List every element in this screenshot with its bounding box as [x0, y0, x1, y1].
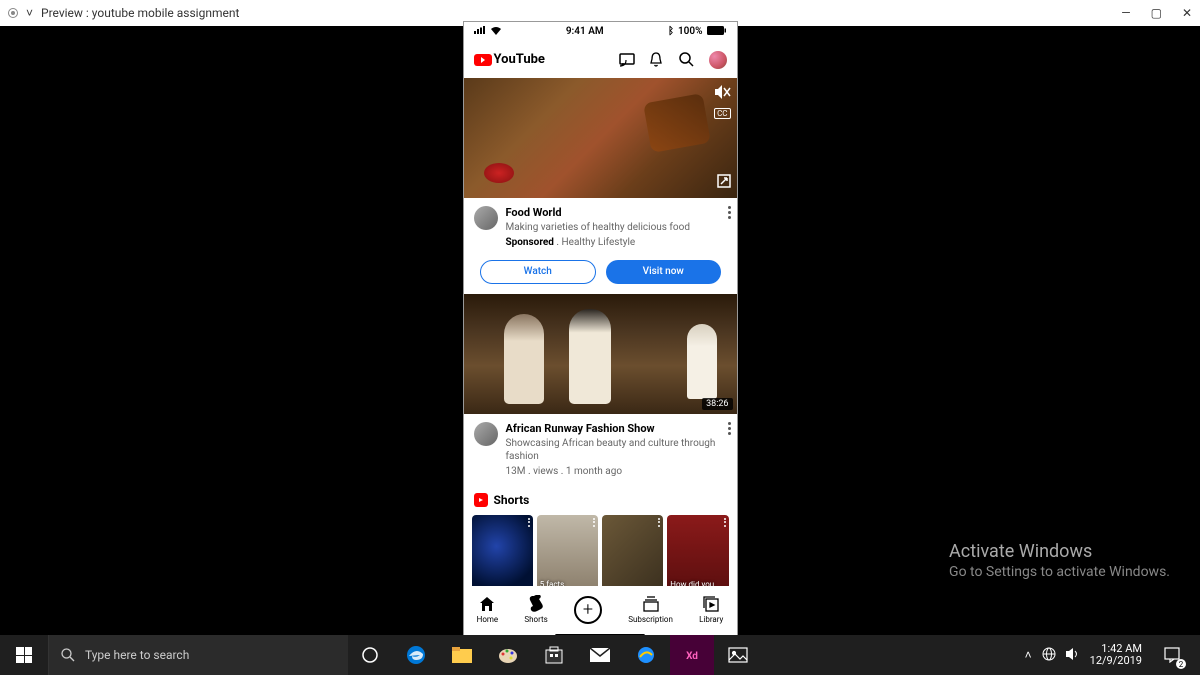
minimize-button[interactable]: —	[1121, 6, 1130, 20]
cc-icon[interactable]: CC	[714, 108, 730, 119]
short-item-4[interactable]: How did you	[667, 515, 728, 586]
nav-shorts[interactable]: Shorts	[524, 595, 547, 624]
youtube-brand-text: YouTube	[494, 52, 545, 67]
short-caption-2: 5 facts	[540, 581, 595, 586]
home-icon	[478, 595, 496, 613]
search-icon	[61, 648, 75, 662]
video-menu-button[interactable]	[728, 422, 731, 435]
taskbar: Type here to search Xd ˄ 1:42 AM 12/9/20…	[0, 635, 1200, 675]
shorts-icon	[474, 493, 488, 507]
ad-sponsored-line: Sponsored . Healthy Lifestyle	[506, 237, 727, 248]
library-icon	[702, 595, 720, 613]
xd-button[interactable]: Xd	[670, 635, 714, 675]
video-meta: African Runway Fashion Show Showcasing A…	[464, 414, 737, 485]
watermark-subtitle: Go to Settings to activate Windows.	[949, 564, 1170, 580]
cortana-button[interactable]	[348, 635, 392, 675]
tray-clock[interactable]: 1:42 AM 12/9/2019	[1090, 643, 1142, 667]
taskbar-search[interactable]: Type here to search	[48, 635, 348, 675]
shorts-label: Shorts	[494, 493, 530, 507]
short-menu-1[interactable]	[528, 518, 530, 527]
ad-description: Making varieties of healthy delicious fo…	[506, 221, 727, 234]
nav-home[interactable]: Home	[477, 595, 499, 624]
phone-frame: 9:41 AM ᛒ 100% YouTube	[463, 21, 738, 641]
tray-chevron-icon[interactable]: ˄	[1025, 648, 1032, 662]
subscriptions-icon	[642, 595, 660, 613]
phone-status-bar: 9:41 AM ᛒ 100%	[464, 22, 737, 42]
ad-channel-name: Food World	[506, 206, 727, 219]
photos-button[interactable]	[716, 635, 760, 675]
watch-button[interactable]: Watch	[480, 260, 597, 284]
expand-icon[interactable]	[717, 173, 731, 192]
nav-subscriptions[interactable]: Subscription	[628, 595, 673, 624]
chevron-down-icon[interactable]: ˅	[26, 6, 33, 20]
shorts-heading: Shorts	[464, 485, 737, 511]
close-button[interactable]: ✕	[1182, 6, 1192, 20]
mail-button[interactable]	[578, 635, 622, 675]
short-item-3[interactable]	[602, 515, 663, 586]
file-explorer-button[interactable]	[440, 635, 484, 675]
profile-avatar[interactable]	[709, 51, 727, 69]
ad-thumbnail[interactable]: CC	[464, 78, 737, 198]
notification-count: 2	[1176, 659, 1186, 669]
mute-icon[interactable]	[715, 84, 731, 103]
network-icon[interactable]	[1042, 647, 1056, 664]
paint-button[interactable]	[486, 635, 530, 675]
signal-icon	[474, 26, 486, 37]
video-description: Showcasing African beauty and culture th…	[506, 437, 727, 463]
preview-canvas: 9:41 AM ᛒ 100% YouTube	[0, 26, 1200, 635]
short-menu-4[interactable]	[724, 518, 726, 527]
youtube-play-icon	[474, 54, 492, 66]
status-time: 9:41 AM	[566, 26, 604, 37]
battery-icon	[707, 26, 727, 38]
bell-icon[interactable]	[649, 52, 665, 68]
video-channel-avatar[interactable]	[474, 422, 498, 446]
search-placeholder: Type here to search	[85, 648, 189, 662]
bluetooth-icon: ᛒ	[668, 26, 674, 37]
video-stats: 13M . views . 1 month ago	[506, 466, 727, 477]
windows-icon	[16, 647, 32, 663]
ie-button[interactable]	[624, 635, 668, 675]
wifi-icon	[490, 26, 502, 38]
nav-shorts-label: Shorts	[524, 615, 547, 624]
nav-home-label: Home	[477, 615, 499, 624]
ad-channel-avatar[interactable]	[474, 206, 498, 230]
youtube-logo[interactable]: YouTube	[474, 52, 545, 67]
short-caption-4: How did you	[670, 581, 725, 586]
action-center-button[interactable]: 2	[1152, 635, 1192, 675]
start-button[interactable]	[0, 635, 48, 675]
search-icon[interactable]	[679, 52, 695, 68]
tray-date: 12/9/2019	[1090, 655, 1142, 667]
shorts-nav-icon	[527, 595, 545, 613]
watermark-title: Activate Windows	[949, 541, 1170, 562]
windows-activation-watermark: Activate Windows Go to Settings to activ…	[949, 541, 1170, 580]
ad-menu-button[interactable]	[728, 206, 731, 219]
nav-subs-label: Subscription	[628, 615, 673, 624]
short-menu-2[interactable]	[593, 518, 595, 527]
nav-library[interactable]: Library	[699, 595, 723, 624]
video-duration: 38:26	[702, 398, 732, 410]
video-thumbnail[interactable]: 38:26	[464, 294, 737, 414]
battery-percent: 100%	[678, 26, 703, 37]
short-item-1[interactable]	[472, 515, 533, 586]
bottom-nav: Home Shorts + Subscription Library	[464, 586, 737, 634]
youtube-header: YouTube	[464, 42, 737, 78]
youtube-feed[interactable]: CC Food World Making varieties of health…	[464, 78, 737, 586]
maximize-button[interactable]: ▢	[1151, 6, 1162, 20]
short-item-2[interactable]: 5 facts	[537, 515, 598, 586]
create-button[interactable]: +	[574, 596, 602, 624]
volume-icon[interactable]	[1066, 648, 1080, 663]
video-title: African Runway Fashion Show	[506, 422, 727, 435]
store-button[interactable]	[532, 635, 576, 675]
visit-now-button[interactable]: Visit now	[606, 260, 721, 284]
svg-text:Xd: Xd	[686, 651, 698, 662]
window-title: Preview : youtube mobile assignment	[41, 6, 239, 20]
app-icon	[8, 8, 18, 18]
edge-button[interactable]	[394, 635, 438, 675]
cast-icon[interactable]	[619, 52, 635, 68]
short-menu-3[interactable]	[658, 518, 660, 527]
ad-meta: Food World Making varieties of healthy d…	[464, 198, 737, 256]
nav-library-label: Library	[699, 615, 723, 624]
